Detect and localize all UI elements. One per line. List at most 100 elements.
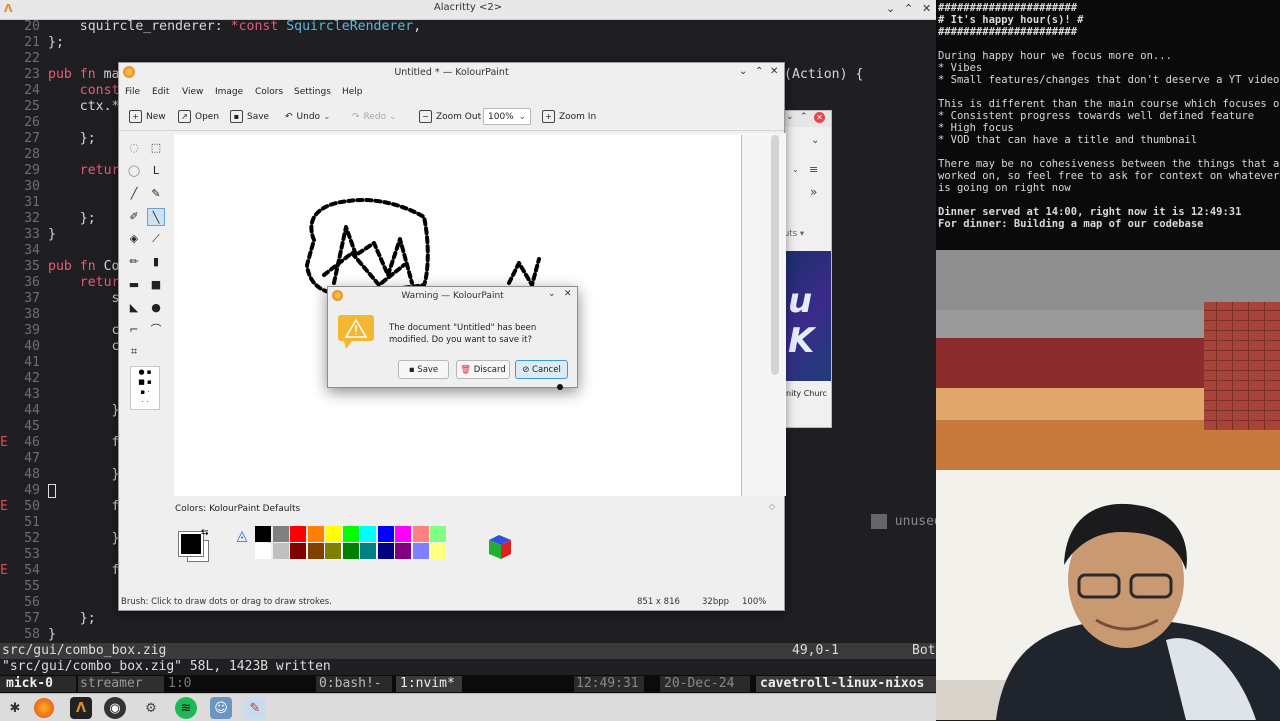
zoom-in-button[interactable]: + Zoom In	[542, 110, 596, 124]
color-swatch[interactable]	[395, 526, 411, 542]
color-swatch[interactable]	[255, 526, 271, 542]
text-tool-icon[interactable]: L	[147, 162, 165, 180]
color-swatch[interactable]	[290, 526, 306, 542]
color-eraser-icon[interactable]: ✏	[125, 253, 143, 271]
background-window-titlebar[interactable]: ⌄ ⌃ ✕	[784, 111, 831, 127]
alacritty-taskbar-icon[interactable]: Λ	[70, 697, 92, 719]
bg-dropdown-icon[interactable]: ⌄	[792, 165, 799, 174]
color-swatch[interactable]	[307, 526, 324, 542]
ellipse-select-icon[interactable]: ◯	[125, 162, 143, 180]
menu-file[interactable]: File	[125, 87, 140, 97]
new-button[interactable]: + New	[129, 110, 166, 124]
crop-tool-icon[interactable]: ⌗	[125, 343, 143, 361]
kp-minimize-icon[interactable]: ⌄	[739, 66, 747, 77]
obs-icon[interactable]: ◉	[104, 697, 126, 719]
curve-icon[interactable]: ⌒	[147, 321, 165, 339]
color-swatch[interactable]	[272, 526, 289, 542]
minimize-icon[interactable]: ⌄	[886, 2, 895, 15]
open-button[interactable]: ↗ Open	[178, 110, 219, 124]
dialog-minimize-icon[interactable]: ⌄	[548, 289, 556, 299]
line-tool-icon[interactable]: ╱	[125, 185, 143, 203]
rect-select-icon[interactable]: ⬚	[147, 139, 165, 157]
fg-bg-color-selector[interactable]: ⇆	[177, 528, 211, 564]
transparent-color-icon[interactable]: ◬	[233, 528, 251, 546]
menu-settings[interactable]: Settings	[294, 87, 331, 97]
fill-tool-icon[interactable]: ◈	[125, 230, 143, 248]
color-swatch[interactable]	[255, 543, 271, 559]
tmux-window-bash[interactable]: 0:bash!-	[316, 676, 392, 692]
color-swatch[interactable]	[342, 526, 359, 542]
close-icon[interactable]: ✕	[922, 2, 931, 15]
zoom-select[interactable]: 100% ⌄	[483, 108, 531, 125]
menu-edit[interactable]: Edit	[152, 87, 169, 97]
brush-size-selector[interactable]: ● ▪ ■ ▪ ▪ · · ·	[130, 366, 160, 410]
color-swatch[interactable]	[395, 543, 411, 559]
color-swatch[interactable]	[325, 543, 341, 559]
color-swatch[interactable]	[272, 543, 289, 559]
menu-colors[interactable]: Colors	[255, 87, 283, 97]
swap-colors-icon[interactable]: ⇆	[201, 528, 209, 538]
bg-menu-icon[interactable]: ≡	[809, 163, 818, 176]
foreground-color-swatch[interactable]	[178, 531, 204, 557]
color-swatch[interactable]	[412, 526, 429, 542]
color-swatch[interactable]	[307, 543, 324, 559]
polygon-icon[interactable]: ◣	[125, 299, 143, 317]
kp-maximize-icon[interactable]: ⌃	[755, 66, 763, 77]
redo-dropdown-icon[interactable]: ⌄	[389, 112, 397, 122]
eraser-tool-icon[interactable]: ✎	[147, 185, 165, 203]
color-swatch[interactable]	[342, 543, 359, 559]
color-swatch[interactable]	[377, 526, 394, 542]
undo-dropdown-icon[interactable]: ⌄	[323, 112, 331, 122]
undo-button[interactable]: ↶ Undo ⌄	[285, 110, 330, 124]
kolourpaint-taskbar-icon[interactable]: ✎	[244, 697, 266, 719]
bg-minimize-icon[interactable]: ⌄	[786, 112, 794, 122]
brush-tool-icon[interactable]: ╲	[147, 208, 165, 226]
color-swatch[interactable]	[290, 543, 306, 559]
color-swatch[interactable]	[360, 543, 376, 559]
kolourpaint-titlebar[interactable]: Untitled * — KolourPaint ⌄ ⌃ ✕	[119, 63, 784, 84]
bg-maximize-icon[interactable]: ⌃	[800, 112, 808, 122]
dialog-cancel-button[interactable]: ⊘ Cancel	[515, 360, 568, 379]
pen-tool-icon[interactable]: ✐	[125, 208, 143, 226]
palette-dock-icon[interactable]: ◇	[769, 502, 775, 511]
menu-image[interactable]: Image	[215, 87, 243, 97]
color-cube-icon[interactable]	[485, 532, 515, 562]
save-button[interactable]: ▪ Save	[230, 110, 269, 124]
godot-icon[interactable]: ☺	[210, 697, 232, 719]
bg-close-icon[interactable]: ✕	[814, 112, 825, 123]
maximize-icon[interactable]: ⌃	[904, 2, 913, 15]
color-swatch[interactable]	[412, 543, 429, 559]
free-select-icon[interactable]: ◌	[125, 139, 143, 157]
color-swatch[interactable]	[325, 526, 341, 542]
color-picker-icon[interactable]: ⟋	[147, 230, 165, 248]
background-window[interactable]: ⌄ ⌃ ✕ ⌄ ≡ ⌄ » uts ▾ u K nity Churc	[783, 110, 832, 428]
kp-close-icon[interactable]: ✕	[770, 66, 778, 77]
menu-view[interactable]: View	[182, 87, 203, 97]
ellipse-icon[interactable]: ●	[147, 299, 165, 317]
tmux-window-nvim[interactable]: 1:nvim*	[396, 676, 462, 692]
canvas-vertical-scrollbar[interactable]	[771, 135, 779, 375]
spraycan-icon[interactable]: ▮	[147, 253, 165, 271]
bg-chevron-icon[interactable]: ⌄	[811, 135, 819, 146]
bg-more-icon[interactable]: »	[810, 185, 817, 199]
settings-icon[interactable]: ⚙	[140, 697, 162, 719]
rounded-rect-icon[interactable]: ▬	[125, 276, 143, 294]
dialog-save-button[interactable]: ▪ Save	[398, 360, 449, 379]
zoom-out-button[interactable]: − Zoom Out	[419, 110, 481, 124]
color-swatch[interactable]	[377, 543, 394, 559]
firefox-icon[interactable]	[34, 698, 54, 718]
color-swatch[interactable]	[430, 543, 446, 559]
vim-cmdline[interactable]: "src/gui/combo_box.zig" 58L, 1423B writt…	[0, 659, 936, 675]
menu-help[interactable]: Help	[342, 87, 363, 97]
terminal-titlebar[interactable]: Λ Alacritty <2> ⌄ ⌃ ✕	[0, 0, 936, 20]
dialog-close-icon[interactable]: ✕	[564, 289, 572, 299]
spotify-icon[interactable]: ≋	[175, 697, 197, 719]
rectangle-icon[interactable]: ■	[147, 276, 165, 294]
save-warning-dialog[interactable]: Warning — KolourPaint ⌄ ✕ The document "…	[327, 286, 578, 388]
color-swatch[interactable]	[430, 526, 446, 542]
app-launcher-icon[interactable]: ✱	[4, 697, 26, 719]
redo-button[interactable]: ↷ Redo ⌄	[352, 110, 397, 124]
color-swatch[interactable]	[360, 526, 376, 542]
polyline-icon[interactable]: ⌐	[125, 321, 143, 339]
bg-thumbnail[interactable]: u K	[784, 251, 831, 381]
